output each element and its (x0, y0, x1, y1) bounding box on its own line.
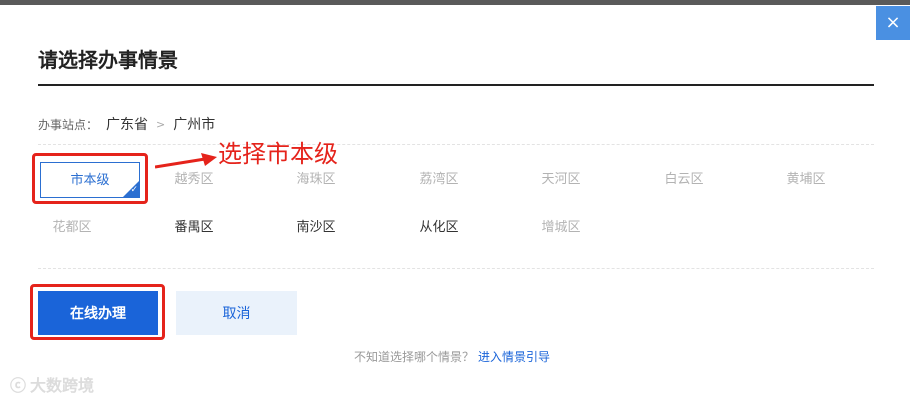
divider-bottom (38, 268, 874, 269)
divider-top (38, 144, 874, 145)
annotation-highlight-box (32, 153, 148, 204)
watermark: ⓒ 大数跨境 (10, 372, 94, 396)
district-option-huangpu[interactable]: 黄埔区 (756, 162, 856, 198)
district-option-nansha[interactable]: 南沙区 (266, 210, 366, 246)
district-option-panyu[interactable]: 番禺区 (144, 210, 244, 246)
scenario-guide-link[interactable]: 进入情景引导 (478, 350, 550, 364)
title-divider (38, 84, 874, 86)
help-text: 不知道选择哪个情景？ 进入情景引导 (354, 348, 550, 365)
watermark-logo-icon: ⓒ (10, 376, 27, 395)
breadcrumb-label: 办事站点： (38, 117, 99, 132)
breadcrumb-city[interactable]: 广州市 (173, 114, 215, 134)
breadcrumb: 办事站点： 广东省 > 广州市 (38, 114, 215, 134)
district-option-liwan[interactable]: 荔湾区 (389, 162, 489, 198)
district-option-baiyun[interactable]: 白云区 (634, 162, 734, 198)
breadcrumb-separator: > (156, 117, 166, 131)
close-icon[interactable]: × (876, 6, 910, 40)
window-top-bar (0, 0, 910, 5)
district-option-conghua[interactable]: 从化区 (389, 210, 489, 246)
watermark-text: 大数跨境 (30, 376, 95, 395)
district-option-zengcheng[interactable]: 增城区 (511, 210, 611, 246)
breadcrumb-province[interactable]: 广东省 (106, 114, 148, 134)
dialog-title: 请选择办事情景 (38, 48, 178, 72)
district-option-tianhe[interactable]: 天河区 (511, 162, 611, 198)
annotation-arrow-icon (155, 153, 217, 169)
annotation-text: 选择市本级 (218, 140, 338, 168)
cancel-button[interactable]: 取消 (176, 291, 297, 335)
online-process-button[interactable]: 在线办理 (38, 291, 158, 335)
help-question: 不知道选择哪个情景？ (354, 350, 475, 364)
district-option-huadu[interactable]: 花都区 (22, 210, 122, 246)
